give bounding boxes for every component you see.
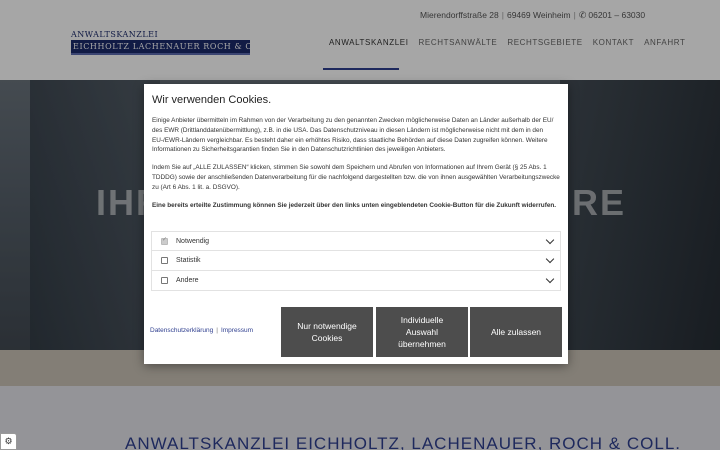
consent-row-notwendig[interactable]: Notwendig: [151, 231, 561, 251]
cookie-paragraph-2: Indem Sie auf „ALLE ZULASSEN“ klicken, s…: [152, 164, 560, 191]
page: Mierendorffstraße 28 | 69469 Weinheim | ✆ 062…: [0, 0, 720, 450]
consent-options: Notwendig Statistik Andere: [151, 231, 561, 291]
cookie-paragraph-1: Einige Anbieter übermitteln im Rahmen vo…: [152, 117, 554, 154]
chevron-down-icon[interactable]: [545, 254, 555, 264]
imprint-link[interactable]: Impressum: [221, 327, 253, 334]
cookie-paragraph-3: Eine bereits erteilte Zustimmung können …: [152, 201, 557, 209]
consent-row-statistik[interactable]: Statistik: [151, 251, 561, 271]
consent-label-statistik: Statistik: [176, 257, 201, 264]
consent-label-andere: Andere: [176, 277, 199, 284]
cookie-dialog-title: Wir verwenden Cookies.: [152, 94, 272, 106]
accept-individual-button[interactable]: Individuelle Auswahl übernehmen: [376, 307, 468, 357]
cookie-settings-icon[interactable]: ⚙: [0, 433, 17, 450]
chevron-down-icon[interactable]: [545, 235, 555, 245]
accept-all-button[interactable]: Alle zulassen: [470, 307, 562, 357]
cookie-dialog-text: Einige Anbieter übermitteln im Rahmen vo…: [152, 116, 562, 218]
privacy-link[interactable]: Datenschutzerklärung: [150, 327, 213, 334]
checkbox-andere[interactable]: [161, 277, 168, 284]
accept-necessary-button[interactable]: Nur notwendige Cookies: [281, 307, 373, 357]
consent-label-notwendig: Notwendig: [176, 237, 210, 245]
checkbox-notwendig: [161, 236, 168, 245]
consent-row-andere[interactable]: Andere: [151, 271, 561, 291]
cookie-consent-dialog: Wir verwenden Cookies. Einige Anbieter ü…: [144, 84, 568, 364]
chevron-down-icon[interactable]: [545, 274, 555, 284]
checkbox-statistik[interactable]: [161, 257, 168, 264]
legal-links: Datenschutzerklärung | Impressum: [150, 327, 254, 334]
